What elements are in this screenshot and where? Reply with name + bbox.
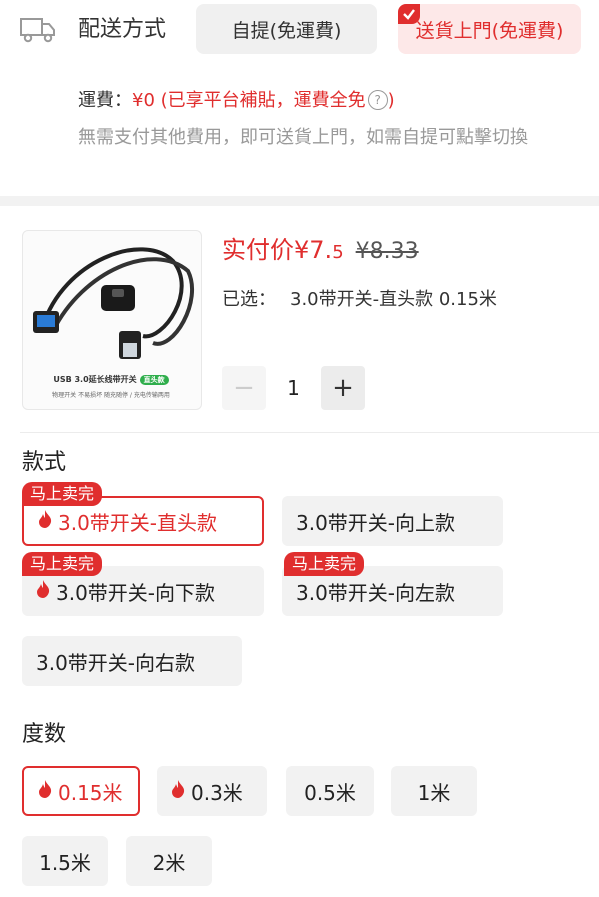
fire-icon <box>38 509 52 533</box>
fire-icon <box>36 579 50 603</box>
fee-label: 運費： <box>78 90 132 111</box>
price-integer: 7. <box>309 236 333 264</box>
price-symbol: ¥ <box>294 236 310 264</box>
quantity-decrease-button[interactable]: − <box>222 366 266 410</box>
length-option-label: 1.5米 <box>39 850 91 875</box>
sellout-badge: 马上卖完 <box>22 552 103 576</box>
divider <box>20 432 599 433</box>
length-option-0-5m[interactable]: 0.5米 <box>286 766 374 816</box>
delivery-title: 配送方式 <box>78 17 167 42</box>
style-option-label: 3.0带开关-向上款 <box>296 510 456 535</box>
length-section-title: 度数 <box>22 722 67 747</box>
style-option-label: 3.0带开关-直头款 <box>58 510 218 535</box>
selected-summary: 已选： 3.0带开关-直头款 0.15米 <box>222 287 497 313</box>
delivery-option-home[interactable]: 送貨上門(免運費) <box>398 4 581 54</box>
length-option-2m[interactable]: 2米 <box>126 836 212 886</box>
length-option-0-15m[interactable]: 0.15米 <box>22 766 140 816</box>
length-option-1m[interactable]: 1米 <box>391 766 477 816</box>
price-label: 实付价 <box>222 236 294 264</box>
fire-icon <box>171 779 185 803</box>
fee-note: 無需支付其他費用，即可送貨上門，如需自提可點擊切換 <box>78 127 528 148</box>
length-option-label: 2米 <box>152 850 186 875</box>
check-icon <box>398 4 420 24</box>
style-option-label: 3.0带开关-向左款 <box>296 580 456 605</box>
selected-label: 已选： <box>222 289 276 310</box>
length-option-1-5m[interactable]: 1.5米 <box>22 836 108 886</box>
length-option-label: 0.3米 <box>191 780 243 805</box>
product-image-caption: USB 3.0延长线带开关 直头款 <box>22 374 200 385</box>
image-tag: 直头款 <box>139 375 169 385</box>
fee-value: ¥0 (已享平台補貼，運費全免 <box>132 90 366 111</box>
length-option-label: 1米 <box>417 780 451 805</box>
quantity-increase-button[interactable]: + <box>321 366 365 410</box>
section-divider <box>0 196 599 206</box>
original-price: ¥8.33 <box>355 239 419 264</box>
style-option-right[interactable]: 3.0带开关-向右款 <box>22 636 242 686</box>
price-row: 实付价¥7.5 ¥8.33 <box>222 232 419 271</box>
sellout-badge: 马上卖完 <box>22 482 103 506</box>
shipping-fee: 運費：¥0 (已享平台補貼，運費全免?) <box>78 90 395 111</box>
style-option-label: 3.0带开关-向下款 <box>56 580 216 605</box>
quantity-value[interactable]: 1 <box>266 366 321 410</box>
truck-icon <box>20 16 56 44</box>
style-option-label: 3.0带开关-向右款 <box>36 650 196 675</box>
delivery-option-pickup[interactable]: 自提(免運費) <box>196 4 377 54</box>
image-caption-text: USB 3.0延长线带开关 <box>53 375 137 384</box>
length-option-0-3m[interactable]: 0.3米 <box>157 766 267 816</box>
selected-value: 3.0带开关-直头款 0.15米 <box>290 289 497 310</box>
style-option-up[interactable]: 3.0带开关-向上款 <box>282 496 503 546</box>
help-icon[interactable]: ? <box>367 90 388 110</box>
price-decimal: 5 <box>332 242 344 263</box>
product-image-subcaption: 物理开关 不易损坏 随充随停 / 充电传输两用 <box>52 392 170 399</box>
style-section-title: 款式 <box>22 450 67 475</box>
sellout-badge: 马上卖完 <box>284 552 365 576</box>
fire-icon <box>38 779 52 803</box>
length-option-label: 0.5米 <box>304 780 356 805</box>
length-option-label: 0.15米 <box>58 780 123 805</box>
